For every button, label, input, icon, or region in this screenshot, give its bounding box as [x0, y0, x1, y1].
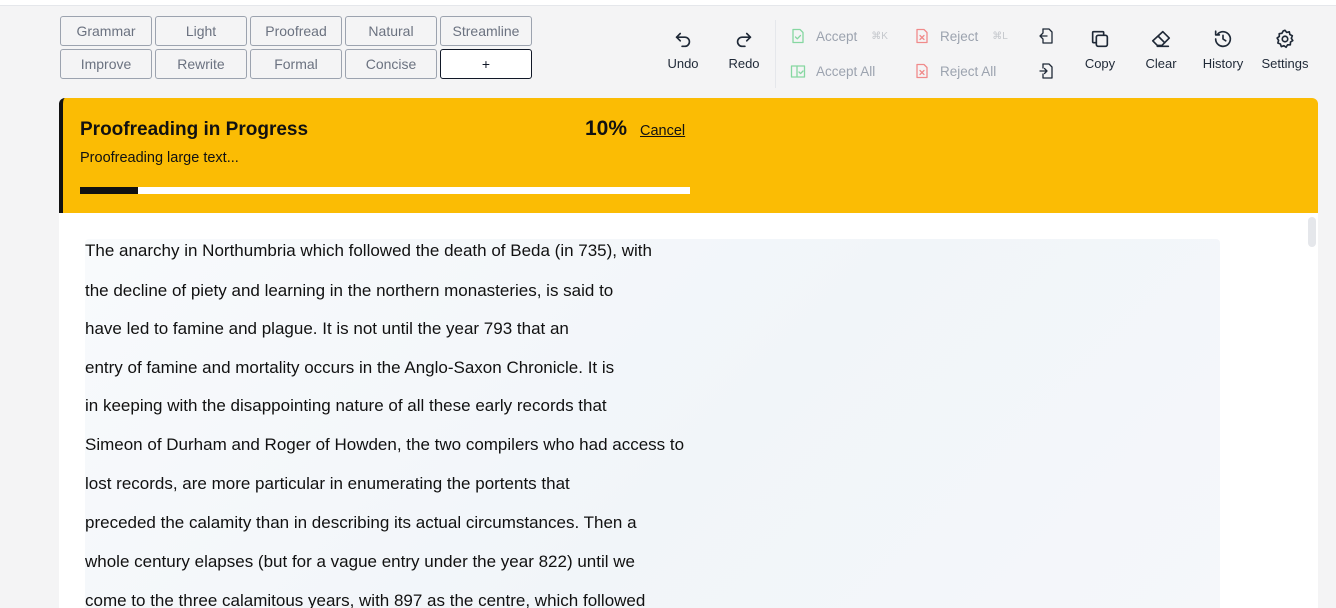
text-line: lost records, are more particular in enu… [85, 474, 570, 493]
preset-natural-button[interactable]: Natural [345, 16, 437, 46]
progress-fill [80, 187, 138, 194]
accept-document-icon [792, 28, 804, 44]
banner-subtitle: Proofreading large text... [80, 150, 239, 166]
export-document-icon[interactable] [1038, 27, 1056, 45]
preset-improve-button[interactable]: Improve [60, 49, 152, 79]
reject-document-icon [916, 28, 928, 44]
accept-all-button[interactable]: Accept All [790, 63, 875, 79]
redo-label: Redo [728, 56, 760, 71]
text-line: Simeon of Durham and Roger of Howden, th… [85, 435, 685, 454]
redo-icon [736, 32, 752, 48]
gear-icon [1276, 29, 1294, 49]
progress-track [80, 187, 690, 194]
accept-button[interactable]: Accept ⌘K [790, 28, 888, 44]
eraser-icon [1151, 30, 1171, 48]
undo-button[interactable]: Undo [664, 28, 702, 71]
proofreader-app: Grammar Light Proofread Natural Streamli… [0, 0, 1336, 608]
accept-shortcut: ⌘K [871, 30, 888, 42]
text-line: in keeping with the disappointing nature… [85, 396, 607, 415]
preset-concise-button[interactable]: Concise [345, 49, 437, 79]
redo-button[interactable]: Redo [725, 28, 763, 71]
settings-button[interactable]: Settings [1258, 28, 1312, 71]
reject-shortcut: ⌘L [992, 30, 1008, 42]
reject-all-button[interactable]: Reject All [914, 63, 996, 79]
accept-label: Accept [816, 28, 858, 44]
editor-scrollbar[interactable] [1308, 217, 1316, 247]
editor-panel: The anarchy in Northumbria which followe… [59, 213, 1318, 608]
preset-light-button[interactable]: Light [155, 16, 247, 46]
style-presets: Grammar Light Proofread Natural Streamli… [60, 16, 532, 79]
banner-title: Proofreading in Progress [80, 119, 309, 140]
preset-rewrite-button[interactable]: Rewrite [155, 49, 247, 79]
text-line: have led to famine and plague. It is not… [85, 319, 569, 338]
preset-streamline-button[interactable]: Streamline [440, 16, 532, 46]
copy-label: Copy [1084, 56, 1116, 71]
reject-all-label: Reject All [940, 63, 997, 79]
accept-all-label: Accept All [816, 63, 876, 79]
text-line: preceded the calamity than in describing… [85, 513, 637, 532]
undo-icon [675, 32, 691, 48]
text-line: the decline of piety and learning in the… [85, 281, 614, 300]
undo-label: Undo [667, 56, 699, 71]
accept-all-icon [790, 65, 806, 78]
import-document-icon[interactable] [1038, 62, 1056, 80]
preset-formal-button[interactable]: Formal [250, 49, 342, 79]
text-line: The anarchy in Northumbria which followe… [85, 241, 652, 260]
add-preset-button[interactable]: + [440, 49, 532, 79]
settings-label: Settings [1261, 56, 1309, 71]
toolbar-divider [775, 20, 776, 88]
preset-proofread-button[interactable]: Proofread [250, 16, 342, 46]
history-button[interactable]: History [1198, 28, 1248, 71]
reject-label: Reject [940, 28, 979, 44]
progress-banner: Proofreading in Progress Proofreading la… [59, 98, 1318, 213]
text-line: whole century elapses (but for a vague e… [85, 552, 635, 571]
history-icon [1214, 30, 1232, 48]
progress-percent: 10% [585, 117, 628, 140]
text-line: entry of famine and mortality occurs in … [85, 358, 615, 377]
copy-icon [1091, 30, 1109, 48]
top-border [0, 0, 1336, 6]
cancel-link[interactable]: Cancel [640, 123, 685, 139]
history-label: History [1202, 56, 1244, 71]
clear-label: Clear [1145, 56, 1177, 71]
text-line: come to the three calamitous years, with… [85, 591, 646, 608]
clear-button[interactable]: Clear [1142, 28, 1180, 71]
copy-button[interactable]: Copy [1081, 28, 1119, 71]
preset-grammar-button[interactable]: Grammar [60, 16, 152, 46]
reject-all-icon [916, 63, 928, 79]
reject-button[interactable]: Reject ⌘L [914, 28, 1008, 44]
